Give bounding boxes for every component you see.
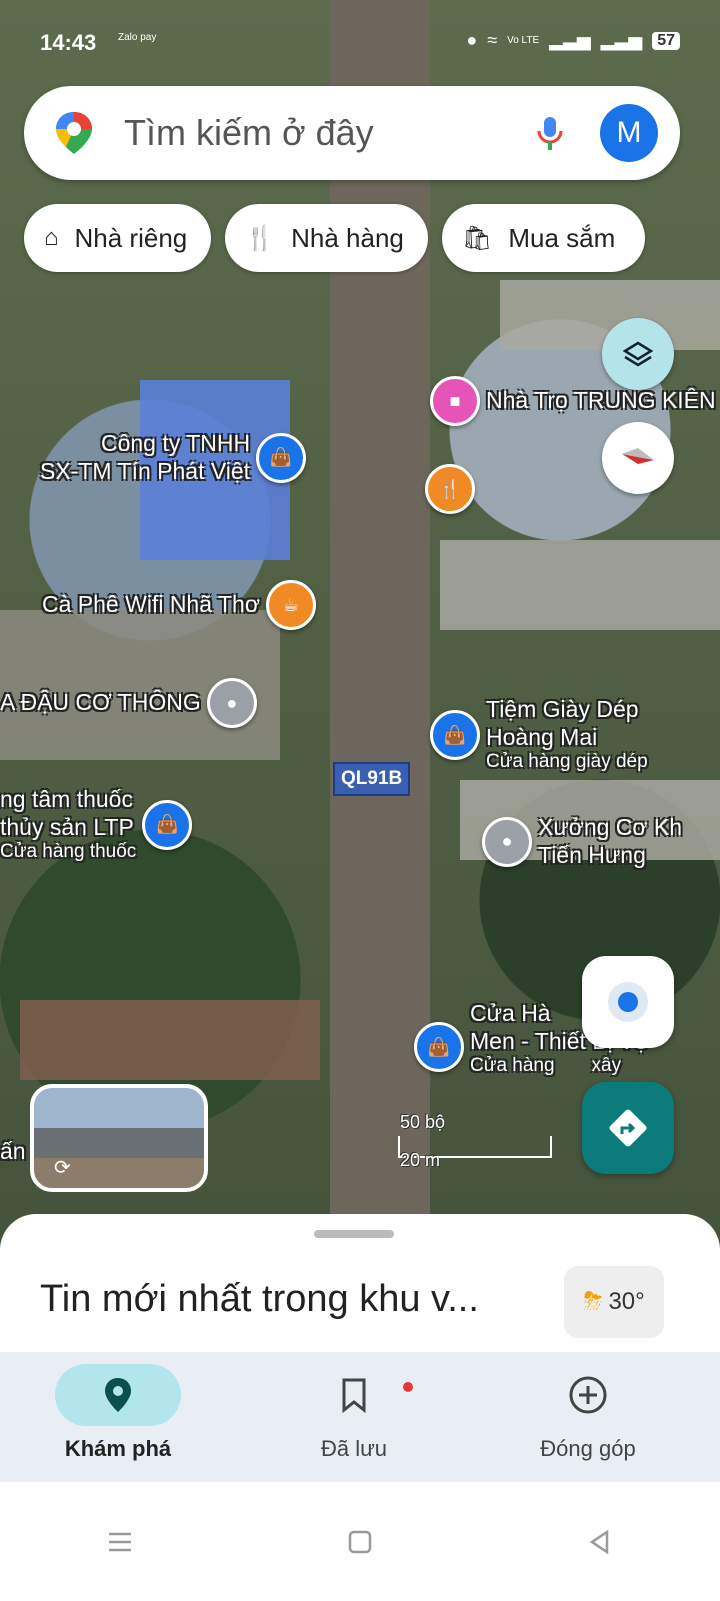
search-input[interactable]: Tìm kiếm ở đây [124,112,530,154]
explore-pin-icon [105,1378,131,1412]
poi-nha-tro[interactable]: ■ Nhà Trọ TRUNG KIÊN [430,376,716,426]
poi-label: ấn [0,1138,26,1164]
poi-partial[interactable]: ấn [0,1138,26,1166]
my-location-button[interactable] [582,956,674,1048]
chip-restaurant[interactable]: 🍴 Nhà hàng [225,204,428,272]
building [440,540,720,630]
back-icon[interactable] [585,1527,615,1557]
chip-label: Nhà hàng [291,222,404,253]
thunderstorm-icon: ⛈ [583,1288,603,1315]
restaurant-icon: 🍴 [425,464,475,514]
layers-button[interactable] [602,318,674,390]
poi-ca-phe[interactable]: Cà Phê Wifi Nhã Thơ ☕ [42,580,316,630]
nav-contribute[interactable]: Đóng góp [488,1364,688,1462]
poi-label: Tiệm Giày Dép Hoàng Mai [486,696,639,750]
nav-saved[interactable]: Đã lưu [254,1364,454,1462]
poi-thuoc-thuy-san[interactable]: ng tâm thuốc thủy sản LTP Cửa hàng thuốc… [0,786,193,863]
signal-icon: ▂▃▅ [549,30,591,50]
poi-cong-ty[interactable]: Công ty TNHH SX-TM Tín Phát Việt 👜 [40,430,307,485]
compass-button[interactable] [602,422,674,494]
my-location-icon [608,982,648,1022]
sheet-title[interactable]: Tin mới nhất trong khu v... [40,1278,560,1321]
zalo-pay-icon: Zalo pay [118,32,157,43]
poi-restaurant[interactable]: 🍴 [425,464,475,514]
mic-icon[interactable] [530,113,570,153]
poi-label: ng tâm thuốc thủy sản LTP [0,786,134,840]
nav-label: Đã lưu [320,1436,388,1461]
nav-pill [55,1364,181,1426]
search-bar[interactable]: Tìm kiếm ở đây M [24,86,680,180]
category-chips: ⌂ Nhà riêng 🍴 Nhà hàng 🛍 Mua sắm [24,204,646,272]
poi-label: Xưởng Cơ Kh Tiến Hưng [538,814,683,868]
weather-temp: 30° [608,1288,645,1315]
shopping-bag-icon: 👜 [430,710,480,760]
directions-icon [609,1109,647,1147]
coffee-icon: ☕ [265,580,316,630]
menu-icon[interactable] [105,1527,135,1557]
compass-icon [622,448,654,464]
battery-icon: 57 [652,31,680,50]
poi-dau-co-thong[interactable]: A ĐẬU CƠ THÔNG ● [0,678,257,728]
shopping-bag-icon: 👜 [142,799,193,850]
nav-label: Khám phá [64,1436,172,1461]
poi-label: Cà Phê Wifi Nhã Thơ [42,591,260,618]
place-icon: ● [482,816,532,867]
poi-giay-dep[interactable]: 👜 Tiệm Giày Dép Hoàng Mai Cửa hàng giày … [430,696,648,773]
nav-explore[interactable]: Khám phá [18,1364,218,1462]
add-circle-icon [569,1376,607,1414]
chip-label: Mua sắm [508,222,616,253]
scale-label-feet: 50 bộ [400,1112,446,1132]
place-icon: ● [206,678,257,728]
chip-label: Nhà riêng [74,222,188,253]
shopping-bag-icon: 🛍 [461,224,493,252]
directions-button[interactable] [582,1082,674,1174]
scale-label-meters: 20 m [400,1150,441,1170]
wifi-icon: ≈ [487,30,498,50]
status-bar: 14:43 Zalo pay ● ≈ Vo LTE ▂▃▅ ▂▃▅ 57 [0,0,720,70]
status-time: 14:43 [40,30,97,55]
poi-category: Cửa hàng xây [470,1055,622,1077]
restaurant-icon: 🍴 [245,224,276,252]
poi-category: Cửa hàng giày dép [486,751,648,773]
home-icon: ⌂ [44,224,59,251]
poi-label: Nhà Trọ TRUNG KIÊN [486,387,716,414]
rotate-360-icon: ⟳ [54,1157,71,1179]
poi-label: Công ty TNHH SX-TM Tín Phát Việt [40,430,251,484]
bookmark-icon [342,1378,366,1413]
nav-label: Đóng góp [540,1436,636,1461]
street-view-thumbnail[interactable]: ⟳ [30,1084,208,1192]
poi-xuong-co-khi[interactable]: ● Xưởng Cơ Kh Tiến Hưng [482,814,682,869]
nav-pill [525,1364,651,1426]
status-icons: ● ≈ Vo LTE ▂▃▅ ▂▃▅ 57 [466,30,680,51]
chip-shopping[interactable]: 🛍 Mua sắm [441,204,646,272]
maps-logo-icon [56,112,92,154]
volte-icon: Vo LTE [507,35,540,46]
poi-category: Cửa hàng thuốc [0,841,137,863]
nav-pill [291,1364,417,1426]
sheet-drag-handle[interactable] [314,1230,394,1238]
poi-label: A ĐẬU CƠ THÔNG [0,689,201,716]
layers-icon [622,341,654,367]
notification-dot [403,1382,413,1392]
bed-icon: ■ [430,376,480,426]
location-icon: ● [466,30,478,50]
signal-icon: ▂▃▅ [600,30,643,50]
road-label: QL91B [333,762,411,796]
bottom-navigation: Khám phá Đã lưu Đóng góp [0,1352,720,1482]
system-navigation-bar [0,1482,720,1601]
building [20,1000,320,1080]
home-button-icon[interactable] [345,1527,375,1557]
weather-chip[interactable]: ⛈ 30° [564,1266,664,1338]
shopping-bag-icon: 👜 [414,1022,464,1072]
shopping-bag-icon: 👜 [256,432,307,483]
avatar[interactable]: M [600,104,658,162]
chip-home[interactable]: ⌂ Nhà riêng [24,204,212,272]
